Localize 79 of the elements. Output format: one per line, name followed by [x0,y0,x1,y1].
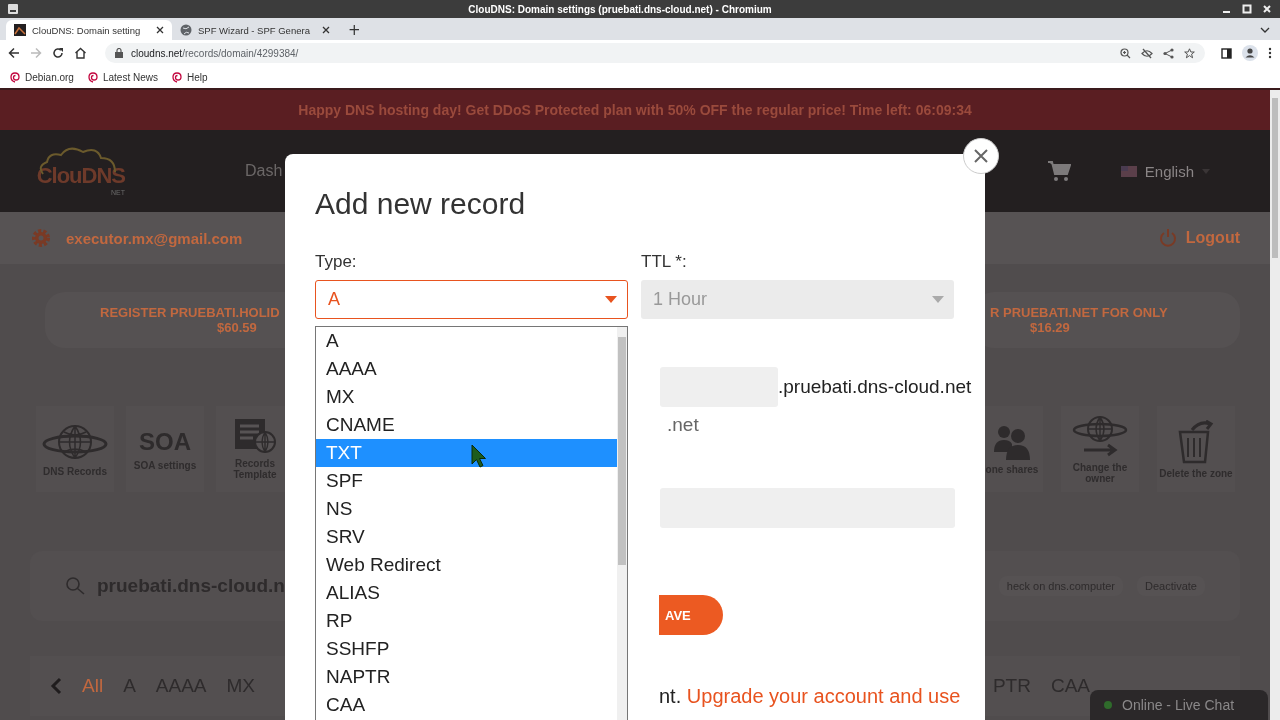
address-bar[interactable]: cloudns.net/records/domain/4299384/ [105,43,1205,63]
window-title: ClouDNS: Domain settings (pruebati.dns-cloud.net) - Chromium [467,3,773,15]
live-chat-button[interactable]: Online - Live Chat [1090,690,1268,720]
nav-link[interactable]: Dash [245,162,283,180]
close-icon[interactable] [156,26,164,34]
status-dot-icon [1104,701,1112,709]
promo-price: $16.29 [1030,320,1071,335]
user-account[interactable]: executor.mx@gmail.com [30,227,243,249]
promo-text: REGISTER PRUEBATI.HOLID [100,305,281,320]
dropdown-option[interactable]: SPF [316,467,617,495]
maximize-icon[interactable] [1242,4,1252,14]
close-icon [974,149,988,163]
site-logo-icon [14,24,26,36]
swirl-icon [10,71,20,83]
lock-icon [115,48,123,58]
dropdown-option[interactable]: MX [316,383,617,411]
caret-icon [605,296,617,303]
host-hint: .net [667,414,699,436]
dropdown-option[interactable]: NS [316,495,617,523]
side-panel-icon[interactable] [1221,47,1232,59]
globe-arrow-icon [1072,414,1128,458]
type-select[interactable]: A [315,280,628,319]
browser-tab[interactable]: SPF Wizard - SPF Genera [172,20,338,40]
gear-icon [30,227,52,249]
dropdown-option[interactable]: TXT [316,439,617,467]
swirl-icon [171,71,182,83]
upgrade-link[interactable]: Upgrade your account and use [686,685,961,707]
document-globe-icon [233,418,277,454]
field-label: Type: [315,252,358,272]
save-button[interactable]: AVE [659,595,723,635]
share-icon[interactable] [1163,47,1174,59]
cart-icon[interactable] [1046,160,1071,182]
window-menu-icon[interactable] [8,4,18,14]
banner-text: Happy DNS hosting day! Get DDoS Protected plan with 50% OFF the regular price! Time left: 06:09:34 [298,102,972,118]
dropdown-option[interactable]: RP [316,607,617,635]
star-icon[interactable] [1184,47,1195,59]
host-suffix: .pruebati.dns-cloud.net [778,376,972,398]
dropdown-option[interactable]: CAA [316,691,617,719]
promo-price: $60.59 [217,320,258,335]
ttl-select[interactable]: 1 Hour [641,280,954,319]
dropdown-option[interactable]: NAPTR [316,663,617,691]
dropdown-option[interactable]: CNAME [316,411,617,439]
home-icon[interactable] [74,47,87,59]
zoom-icon[interactable] [1120,47,1131,59]
dropdown-option[interactable]: Web Redirect [316,551,617,579]
reload-icon[interactable] [52,47,64,59]
bookmark[interactable]: Debian.org [10,71,74,83]
logout-link[interactable]: Logout [1157,228,1240,248]
dropdown-option[interactable]: AAAA [316,355,617,383]
power-icon [1157,228,1178,248]
close-icon[interactable] [322,26,330,34]
page-scrollbar[interactable] [1270,90,1280,720]
cursor-icon [471,444,487,468]
search-icon [65,576,85,596]
bookmark[interactable]: Help [171,71,208,83]
profile-icon[interactable] [1242,45,1258,61]
record-type-filter[interactable]: All [82,675,104,697]
chevron-down-icon[interactable] [1260,27,1270,33]
promo-text: R PRUEBATI.NET FOR ONLY [990,305,1169,320]
swirl-icon [87,71,98,83]
eye-slash-icon[interactable] [1141,47,1153,59]
globe-icon [180,24,192,36]
dropdown-option[interactable]: SSHFP [316,635,617,663]
browser-tab[interactable]: ClouDNS: Domain setting [6,20,172,40]
field-label: TTL *: [641,252,688,272]
flag-icon [1120,165,1137,177]
dropdown-option[interactable]: SRV [316,523,617,551]
dialog-title: Add new record [315,186,527,222]
language-selector[interactable]: English [1120,162,1210,180]
people-icon [992,423,1032,460]
bookmark[interactable]: Latest News [87,71,158,83]
note-text: nt. [659,685,682,707]
new-tab-button[interactable]: + [348,20,361,40]
trash-icon [1176,419,1216,464]
back-icon[interactable] [8,47,20,59]
caret-icon [932,296,944,303]
kebab-menu-icon[interactable] [1268,47,1272,59]
scrollbar[interactable] [617,327,627,720]
dropdown-option[interactable]: ALIAS [316,579,617,607]
